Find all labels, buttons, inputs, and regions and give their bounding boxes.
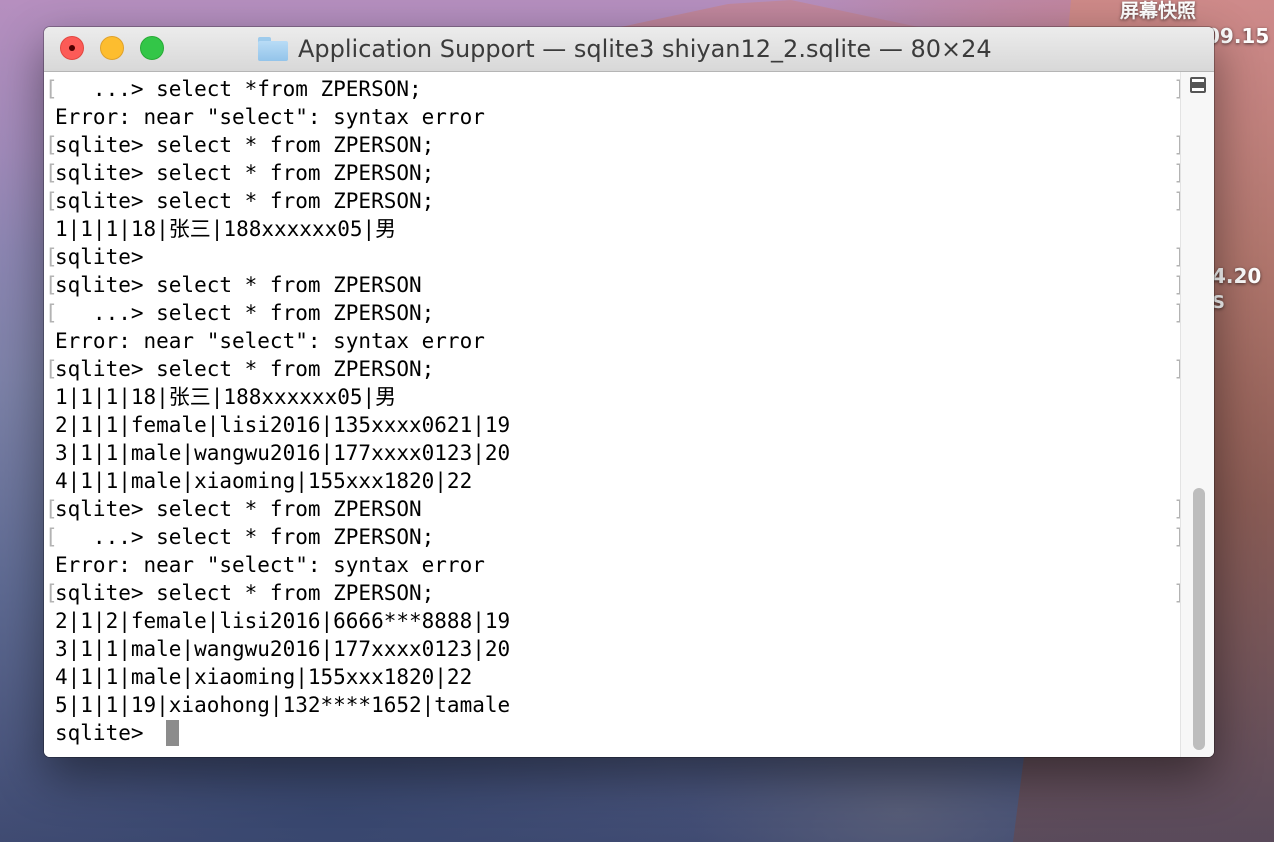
- window-title-group: Application Support — sqlite3 shiyan12_2…: [258, 34, 992, 64]
- close-button[interactable]: [60, 36, 84, 60]
- text-cursor: [166, 720, 179, 746]
- desktop-file-label[interactable]: 09.15: [1206, 24, 1269, 48]
- window-title: Application Support — sqlite3 shiyan12_2…: [298, 35, 992, 63]
- terminal-line: ...> select * from ZPERSON;: [55, 525, 435, 549]
- terminal-line: sqlite>: [55, 721, 157, 745]
- terminal-line: ...> select *from ZPERSON;: [55, 77, 422, 101]
- terminal-line: Error: near "select": syntax error: [55, 105, 485, 129]
- terminal-line: Error: near "select": syntax error: [55, 553, 485, 577]
- terminal-line: sqlite> select * from ZPERSON;: [55, 581, 435, 605]
- terminal-line: sqlite> select * from ZPERSON;: [55, 357, 435, 381]
- terminal-line: 4|1|1|male|xiaoming|155xxx1820|22: [55, 665, 473, 689]
- split-pane-icon[interactable]: [1190, 77, 1206, 93]
- terminal-line: sqlite> select * from ZPERSON: [55, 497, 422, 521]
- zoom-button[interactable]: [140, 36, 164, 60]
- terminal-line: 4|1|1|male|xiaoming|155xxx1820|22: [55, 469, 473, 493]
- terminal-line: 2|1|2|female|lisi2016|6666***8888|19: [55, 609, 511, 633]
- folder-icon: [258, 37, 288, 61]
- window-titlebar[interactable]: Application Support — sqlite3 shiyan12_2…: [44, 27, 1214, 72]
- terminal-line: sqlite> select * from ZPERSON;: [55, 133, 435, 157]
- terminal-line: 1|1|1|18|张三|188xxxxxx05|男: [55, 217, 397, 241]
- terminal-line: sqlite> select * from ZPERSON: [55, 273, 422, 297]
- minimize-button[interactable]: [100, 36, 124, 60]
- terminal-line: 3|1|1|male|wangwu2016|177xxxx0123|20: [55, 441, 511, 465]
- terminal-line: Error: near "select": syntax error: [55, 329, 485, 353]
- terminal-window[interactable]: Application Support — sqlite3 shiyan12_2…: [44, 27, 1214, 757]
- terminal-line: 1|1|1|18|张三|188xxxxxx05|男: [55, 385, 397, 409]
- vertical-scrollbar[interactable]: [1180, 72, 1214, 757]
- desktop-file-label[interactable]: 4.20: [1212, 264, 1261, 288]
- terminal-line: sqlite> select * from ZPERSON;: [55, 161, 435, 185]
- terminal-line: 3|1|1|male|wangwu2016|177xxxx0123|20: [55, 637, 511, 661]
- terminal-line: sqlite>: [55, 245, 144, 269]
- terminal-line: 2|1|1|female|lisi2016|135xxxx0621|19: [55, 413, 511, 437]
- desktop-file-label[interactable]: 屏幕快照: [1120, 0, 1196, 23]
- terminal-line: sqlite> select * from ZPERSON;: [55, 189, 435, 213]
- split-pane-bar: [1192, 82, 1204, 88]
- scrollbar-thumb[interactable]: [1193, 488, 1205, 750]
- close-icon: [69, 45, 75, 51]
- terminal-line: ...> select * from ZPERSON;: [55, 301, 435, 325]
- terminal-output[interactable]: [ ...> select *from ZPERSON;]Error: near…: [44, 72, 1186, 757]
- folder-body-shape: [258, 41, 288, 61]
- terminal-line: 5|1|1|19|xiaohong|132****1652|tamale: [55, 693, 511, 717]
